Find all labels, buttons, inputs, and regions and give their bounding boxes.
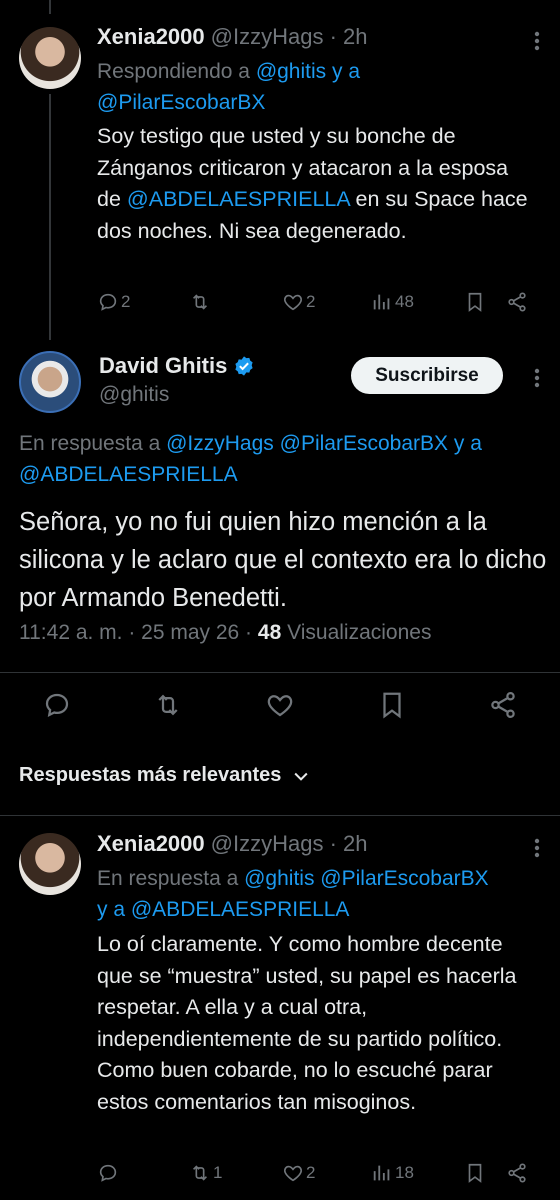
share-button[interactable] bbox=[506, 1162, 528, 1184]
reply-count: 2 bbox=[121, 292, 131, 311]
replying-to-label: Respondiendo a bbox=[97, 60, 250, 83]
avatar[interactable] bbox=[19, 27, 81, 89]
share-icon bbox=[508, 1163, 526, 1183]
display-name-row: David Ghitis bbox=[99, 353, 255, 379]
views-button[interactable]: 48 bbox=[371, 291, 414, 313]
views-label[interactable]: Visualizaciones bbox=[287, 621, 431, 644]
heart-icon bbox=[267, 695, 293, 717]
retweet-button[interactable] bbox=[189, 291, 211, 313]
bookmark-button[interactable] bbox=[464, 291, 486, 313]
reply-icon bbox=[99, 1164, 117, 1182]
chevron-down-icon bbox=[294, 772, 308, 781]
tweet-timestamp[interactable]: 11:42 a. m. · 25 may 26 · bbox=[19, 621, 252, 644]
tweet-meta: 11:42 a. m. · 25 may 26 · 48 Visualizaci… bbox=[19, 621, 431, 645]
like-count: 2 bbox=[306, 1163, 316, 1182]
replying-to-label: En respuesta a bbox=[19, 432, 161, 455]
views-count: 48 bbox=[395, 292, 414, 311]
thread-connector-top bbox=[49, 0, 51, 14]
display-name[interactable]: David Ghitis bbox=[99, 353, 227, 379]
avatar[interactable] bbox=[19, 351, 81, 413]
bookmark-button[interactable] bbox=[464, 1162, 486, 1184]
avatar[interactable] bbox=[19, 833, 81, 895]
mention-link[interactable]: @PilarEscobarBX bbox=[97, 91, 265, 114]
replying-to-and[interactable]: y a bbox=[97, 898, 125, 921]
tweet-time[interactable]: · 2h bbox=[330, 831, 368, 856]
tweet-header: Xenia2000 @IzzyHags · 2h bbox=[97, 831, 368, 857]
replying-to-and[interactable]: y a bbox=[454, 432, 482, 455]
reply-button[interactable]: 2 bbox=[97, 291, 130, 313]
views-count: 48 bbox=[257, 621, 282, 644]
like-button[interactable]: 2 bbox=[282, 1162, 315, 1184]
mention-link[interactable]: @ghitis bbox=[256, 60, 326, 83]
user-handle[interactable]: @IzzyHags bbox=[211, 831, 324, 856]
mention-link[interactable]: @ABDELAESPRIELLA bbox=[127, 187, 350, 211]
share-icon bbox=[508, 292, 526, 312]
more-options-icon[interactable] bbox=[534, 838, 540, 858]
reply-button[interactable] bbox=[97, 1162, 119, 1184]
retweet-button[interactable] bbox=[153, 690, 187, 724]
views-count: 18 bbox=[395, 1163, 414, 1182]
replying-to: En respuesta a @ghitis @PilarEscobarBX y… bbox=[97, 863, 547, 925]
retweet-icon bbox=[192, 1165, 208, 1181]
sort-label: Respuestas más relevantes bbox=[19, 764, 282, 786]
bookmark-button[interactable] bbox=[377, 690, 411, 724]
heart-icon bbox=[284, 294, 302, 311]
tweet-actions: 1 2 18 bbox=[97, 1158, 537, 1188]
mention-link[interactable]: @IzzyHags bbox=[166, 432, 274, 455]
retweet-icon bbox=[192, 294, 208, 310]
like-button[interactable] bbox=[265, 690, 299, 724]
tweet-text: Soy testigo que usted y su bonche de Zán… bbox=[97, 121, 537, 247]
share-button[interactable] bbox=[506, 291, 528, 313]
replying-to: Respondiendo a @ghitis y a @PilarEscobar… bbox=[97, 56, 547, 118]
divider bbox=[0, 815, 560, 816]
display-name[interactable]: Xenia2000 bbox=[97, 831, 205, 856]
replying-to-label: En respuesta a bbox=[97, 867, 239, 890]
mention-link[interactable]: @PilarEscobarBX bbox=[280, 432, 448, 455]
tweet-actions: 2 2 48 bbox=[97, 287, 537, 317]
like-button[interactable]: 2 bbox=[282, 291, 315, 313]
mention-link[interactable]: @ghitis bbox=[244, 867, 314, 890]
views-icon bbox=[373, 294, 390, 310]
reply-button[interactable] bbox=[42, 690, 76, 724]
share-button[interactable] bbox=[488, 690, 522, 724]
thread-connector bbox=[49, 94, 51, 340]
tweet-time[interactable]: · 2h bbox=[330, 24, 368, 49]
replying-to-and[interactable]: y a bbox=[332, 60, 360, 83]
bookmark-icon bbox=[468, 292, 482, 312]
more-options-icon[interactable] bbox=[534, 31, 540, 51]
subscribe-button[interactable]: Suscribirse bbox=[351, 357, 503, 394]
tweet-header: Xenia2000 @IzzyHags · 2h bbox=[97, 24, 368, 50]
retweet-count: 1 bbox=[213, 1163, 223, 1182]
heart-icon bbox=[284, 1165, 302, 1182]
reply-icon bbox=[45, 693, 69, 718]
mention-link[interactable]: @PilarEscobarBX bbox=[320, 867, 488, 890]
share-icon bbox=[491, 692, 515, 718]
tweet-text: Señora, yo no fui quien hizo mención a l… bbox=[19, 508, 547, 612]
like-count: 2 bbox=[306, 292, 316, 311]
views-icon bbox=[373, 1165, 390, 1181]
reply-icon bbox=[99, 293, 117, 311]
more-options-icon[interactable] bbox=[534, 368, 540, 388]
replying-to: En respuesta a @IzzyHags @PilarEscobarBX… bbox=[19, 428, 539, 490]
user-handle[interactable]: @IzzyHags bbox=[211, 24, 324, 49]
retweet-icon bbox=[158, 694, 178, 716]
mention-link[interactable]: @ABDELAESPRIELLA bbox=[131, 898, 350, 921]
bookmark-icon bbox=[383, 692, 401, 719]
tweet-actions bbox=[0, 690, 560, 730]
main-tweet: David Ghitis @ghitis Suscribirse En resp… bbox=[0, 345, 560, 755]
replies-sort-selector[interactable]: Respuestas más relevantes bbox=[19, 764, 311, 787]
verified-badge-icon[interactable] bbox=[233, 355, 255, 377]
reply-tweet-1[interactable]: Xenia2000 @IzzyHags · 2h Respondiendo a @… bbox=[0, 0, 560, 345]
tweet-text: Lo oí claramente. Y como hombre decente … bbox=[97, 932, 517, 1114]
display-name[interactable]: Xenia2000 bbox=[97, 24, 205, 49]
divider bbox=[0, 672, 560, 673]
bookmark-icon bbox=[468, 1163, 482, 1183]
user-handle[interactable]: @ghitis bbox=[99, 383, 169, 407]
mention-link[interactable]: @ABDELAESPRIELLA bbox=[19, 463, 238, 486]
views-button[interactable]: 18 bbox=[371, 1162, 414, 1184]
retweet-button[interactable]: 1 bbox=[189, 1162, 222, 1184]
